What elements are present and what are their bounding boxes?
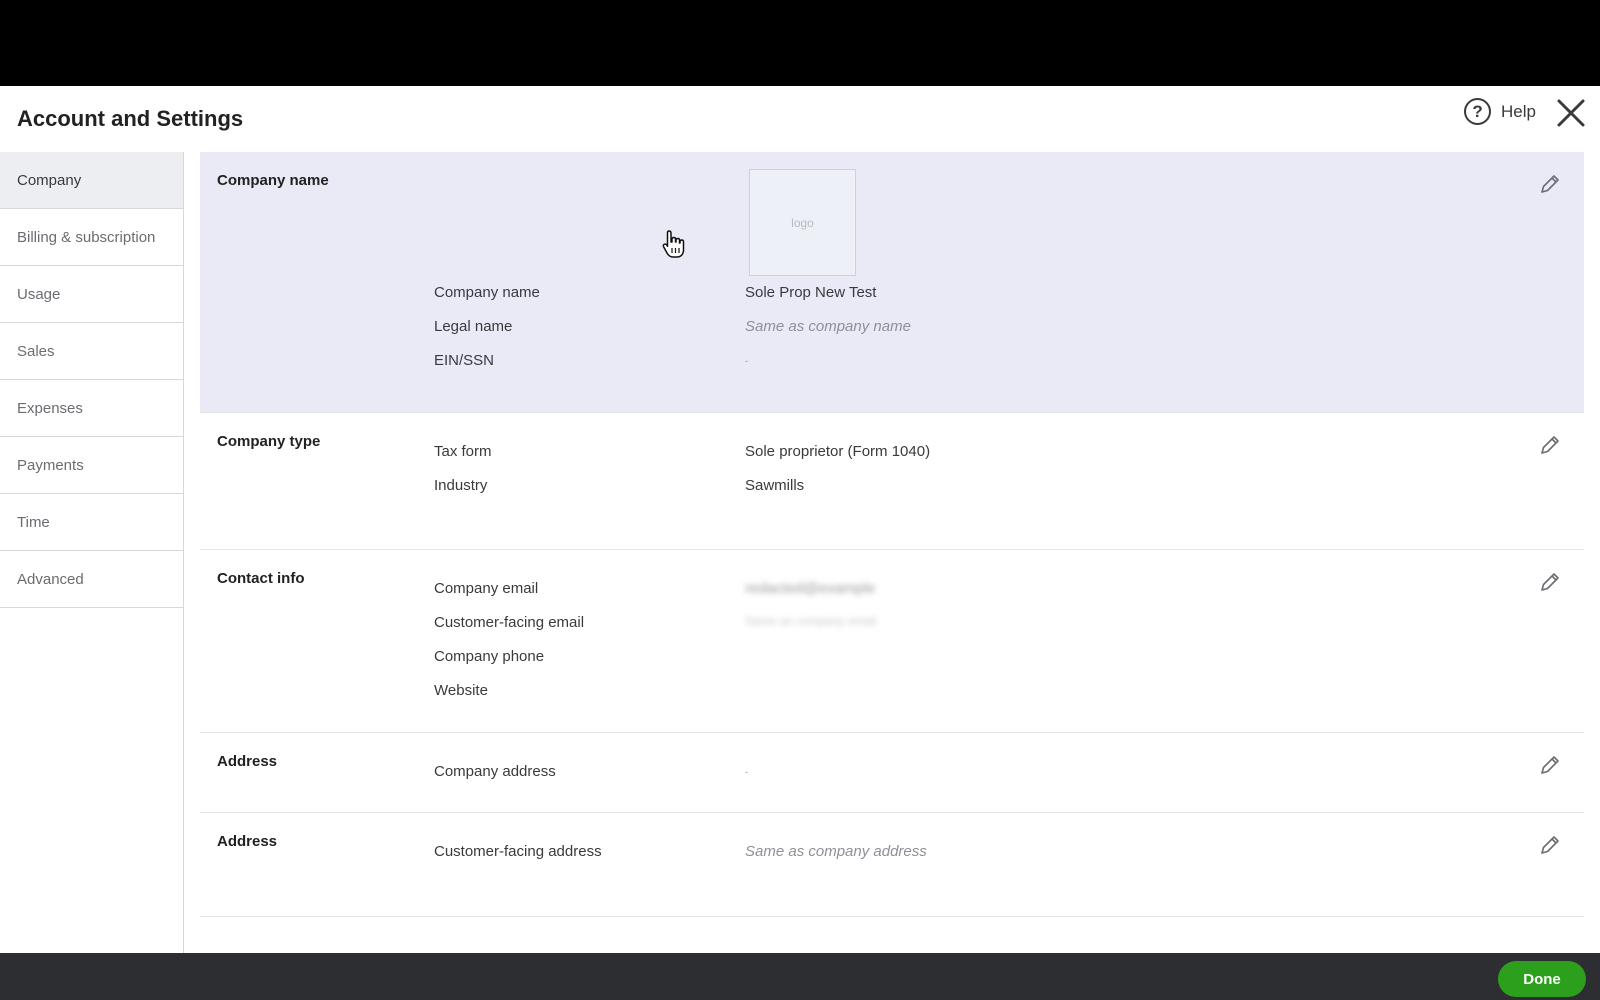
section-customer-address[interactable]: Address Customer-facing address Same as … [200, 813, 1584, 917]
field-value: Sole Prop New Test [745, 284, 877, 301]
field-value: redacted@example [745, 580, 876, 597]
logo-placeholder-text: logo [791, 215, 814, 230]
sidebar-item-time[interactable]: Time [0, 494, 183, 551]
pencil-icon[interactable] [1538, 172, 1562, 196]
sidebar-item-label: Company [17, 171, 82, 189]
sidebar-item-label: Billing & subscription [17, 228, 156, 246]
field-label: Customer-facing address [434, 843, 602, 860]
field-value: Sole proprietor (Form 1040) [745, 443, 931, 460]
field-value: Same as company name [745, 318, 911, 335]
page-title: Account and Settings [17, 106, 244, 131]
pencil-icon[interactable] [1538, 433, 1562, 457]
row-industry: Industry Sawmills [200, 477, 1584, 511]
sidebar-item-label: Usage [17, 285, 61, 303]
field-value: Same as company email [745, 614, 877, 628]
sidebar-item-company[interactable]: Company [0, 152, 183, 209]
field-label: Company email [434, 580, 539, 597]
field-label: Company phone [434, 648, 545, 665]
row-company-email: Company email redacted@example [200, 580, 1584, 614]
field-label: Industry [434, 477, 488, 494]
sidebar-item-label: Time [17, 513, 50, 531]
section-contact-info[interactable]: Contact info Company email redacted@exam… [200, 550, 1584, 733]
top-bar [0, 0, 1600, 86]
section-address[interactable]: Address Company address - [200, 733, 1584, 813]
field-label: Customer-facing email [434, 614, 585, 631]
row-customer-address: Customer-facing address Same as company … [200, 843, 1584, 877]
field-label: Company name [434, 284, 540, 301]
settings-panel: Account and Settings ? Help Company Bill… [0, 86, 1600, 953]
sidebar-item-expenses[interactable]: Expenses [0, 380, 183, 437]
settings-content: Company name logo Company name Sole Prop… [200, 152, 1584, 953]
field-label: EIN/SSN [434, 352, 495, 369]
done-button[interactable]: Done [1498, 961, 1586, 997]
sidebar-item-label: Payments [17, 456, 84, 474]
section-company-type[interactable]: Company type Tax form Sole proprietor (F… [200, 413, 1584, 550]
sidebar-item-billing[interactable]: Billing & subscription [0, 209, 183, 266]
sidebar-item-payments[interactable]: Payments [0, 437, 183, 494]
section-title: Company name [217, 172, 329, 189]
sidebar-item-advanced[interactable]: Advanced [0, 551, 183, 608]
help-label: Help [1501, 101, 1536, 121]
field-label: Company address [434, 763, 556, 780]
row-legal-name: Legal name Same as company name [200, 318, 1584, 352]
logo-upload[interactable]: logo [749, 169, 856, 276]
field-value: - [745, 356, 748, 366]
field-value: Same as company address [745, 843, 927, 860]
field-label: Website [434, 682, 488, 699]
row-customer-email: Customer-facing email Same as company em… [200, 614, 1584, 648]
sidebar-item-label: Advanced [17, 570, 84, 588]
sidebar-item-label: Sales [17, 342, 55, 360]
help-button[interactable]: ? Help [1464, 98, 1536, 125]
row-tax-form: Tax form Sole proprietor (Form 1040) [200, 443, 1584, 477]
sidebar-item-sales[interactable]: Sales [0, 323, 183, 380]
pencil-icon[interactable] [1538, 570, 1562, 594]
help-icon: ? [1464, 98, 1492, 125]
pencil-icon[interactable] [1538, 833, 1562, 857]
row-website: Website [200, 682, 1584, 716]
pencil-icon[interactable] [1538, 753, 1562, 777]
row-company-address: Company address - [200, 763, 1584, 797]
section-company-name[interactable]: Company name logo Company name Sole Prop… [200, 152, 1584, 413]
close-icon[interactable] [1556, 98, 1586, 128]
footer-bar: Done [0, 953, 1600, 1000]
field-label: Legal name [434, 318, 513, 335]
field-label: Tax form [434, 443, 492, 460]
field-value: Sawmills [745, 477, 805, 494]
row-company-phone: Company phone [200, 648, 1584, 682]
field-value: - [745, 767, 748, 777]
sidebar-item-usage[interactable]: Usage [0, 266, 183, 323]
sidebar-item-label: Expenses [17, 399, 83, 417]
row-company-name: Company name Sole Prop New Test [200, 284, 1584, 318]
sidebar: Company Billing & subscription Usage Sal… [0, 152, 184, 953]
row-ein-ssn: EIN/SSN - [200, 352, 1584, 386]
